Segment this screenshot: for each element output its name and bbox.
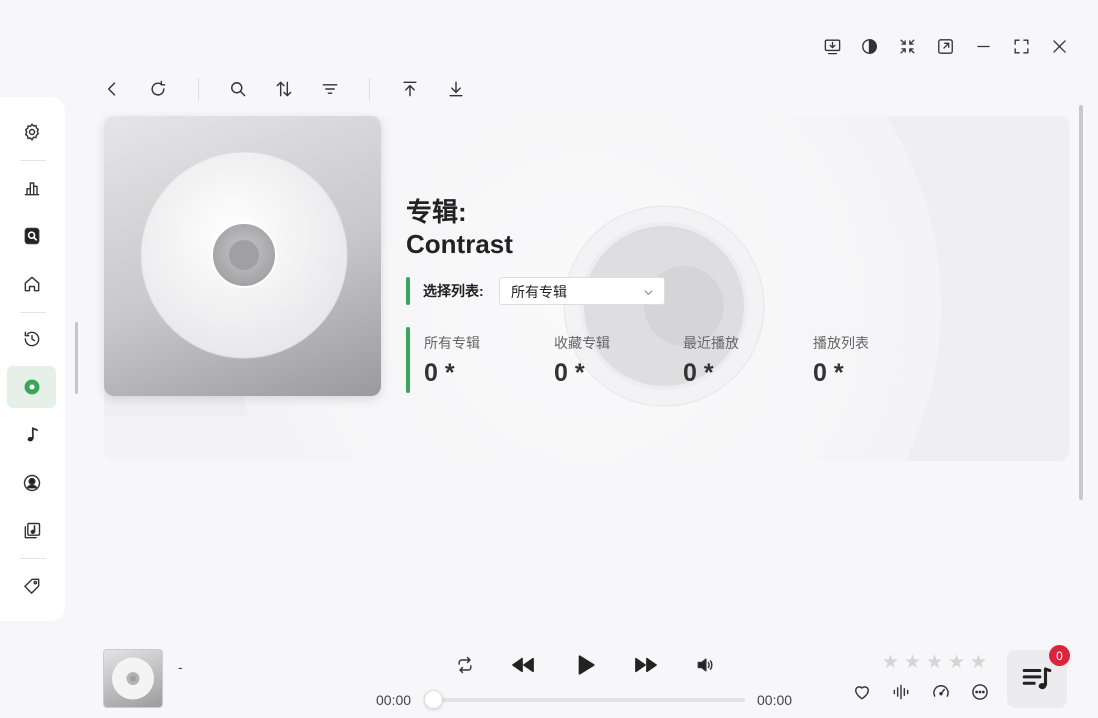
filter-icon[interactable] — [318, 77, 342, 101]
minimize-icon[interactable] — [971, 34, 995, 58]
album-heading: 专辑: — [406, 197, 467, 227]
time-current: 00:00 — [376, 692, 412, 708]
equalizer-wave-icon[interactable] — [889, 680, 913, 704]
playlist-icon — [24, 522, 40, 539]
queue-count-badge: 0 — [1049, 645, 1070, 666]
sidebar-item-music[interactable] — [7, 414, 56, 456]
sidebar-item-stats[interactable] — [7, 167, 56, 209]
stat-value: 0 * — [683, 359, 714, 387]
sidebar-item-tag[interactable] — [7, 565, 56, 607]
scroll-to-bottom-icon[interactable] — [444, 77, 468, 101]
sidebar-item-search-library[interactable] — [7, 215, 56, 257]
repeat-icon[interactable] — [453, 653, 477, 677]
star-icon[interactable]: ★ — [904, 651, 921, 674]
queue-music-icon — [1022, 667, 1052, 690]
speed-gauge-icon[interactable] — [929, 680, 953, 704]
album-name: Contrast — [406, 229, 513, 259]
toolbar-divider — [198, 78, 199, 100]
sidebar-divider — [20, 558, 46, 559]
contrast-icon[interactable] — [857, 34, 881, 58]
stat-value: 0 * — [424, 359, 455, 387]
sidebar-item-home[interactable] — [7, 263, 56, 305]
more-options-icon[interactable] — [968, 680, 992, 704]
time-total: 00:00 — [757, 692, 793, 708]
search-library-icon — [24, 227, 39, 245]
download-to-device-icon[interactable] — [820, 34, 844, 58]
album-cover — [104, 116, 381, 396]
sort-icon[interactable] — [272, 77, 296, 101]
star-icon[interactable]: ★ — [948, 651, 965, 674]
sidebar-item-playlist[interactable] — [7, 510, 56, 552]
history-icon — [24, 331, 39, 347]
sidebar-item-album[interactable] — [7, 366, 56, 408]
home-icon — [24, 276, 39, 292]
music-note-icon — [27, 427, 38, 442]
main-scrollbar[interactable] — [1079, 105, 1083, 500]
star-icon[interactable]: ★ — [970, 651, 987, 674]
heart-icon[interactable] — [850, 680, 874, 704]
back-icon[interactable] — [100, 77, 124, 101]
fullscreen-icon[interactable] — [1009, 34, 1033, 58]
sidebar-item-history[interactable] — [7, 318, 56, 360]
refresh-icon[interactable] — [146, 77, 170, 101]
play-icon[interactable] — [570, 650, 600, 680]
rewind-icon[interactable] — [509, 653, 537, 677]
accent-bar — [406, 327, 410, 393]
sidebar-item-artist[interactable] — [7, 462, 56, 504]
collapse-arrows-icon[interactable] — [895, 34, 919, 58]
track-title: - — [178, 659, 183, 675]
tag-icon — [23, 578, 39, 594]
cd-disc-art — [140, 151, 348, 359]
cd-disc-art — [112, 657, 154, 700]
select-list-label: 选择列表: — [423, 283, 484, 299]
sidebar — [0, 97, 65, 621]
scroll-to-top-icon[interactable] — [398, 77, 422, 101]
list-select-dropdown[interactable]: 所有专辑 — [499, 277, 665, 305]
now-playing-cover[interactable] — [103, 649, 163, 708]
volume-icon[interactable] — [693, 653, 717, 677]
stat-label: 所有专辑 — [424, 335, 480, 351]
sidebar-divider — [20, 160, 46, 161]
chevron-down-icon — [644, 290, 653, 296]
stat-label: 最近播放 — [683, 335, 739, 351]
settings-icon — [24, 123, 39, 141]
star-icon[interactable]: ★ — [926, 651, 943, 674]
stat-label: 收藏专辑 — [554, 335, 610, 351]
popout-icon[interactable] — [933, 34, 957, 58]
album-icon — [24, 379, 39, 395]
progress-thumb[interactable] — [424, 690, 443, 709]
artist-icon — [23, 474, 40, 492]
star-icon[interactable]: ★ — [882, 651, 899, 674]
stats-icon — [24, 182, 39, 196]
fast-forward-icon[interactable] — [632, 653, 660, 677]
progress-track[interactable] — [433, 698, 745, 702]
close-icon[interactable] — [1047, 34, 1071, 58]
sidebar-divider — [20, 312, 46, 313]
toolbar-divider — [369, 78, 370, 100]
search-icon[interactable] — [226, 77, 250, 101]
stat-label: 播放列表 — [813, 335, 869, 351]
stat-value: 0 * — [813, 359, 844, 387]
sidebar-item-settings[interactable] — [7, 111, 56, 153]
list-select-value: 所有专辑 — [511, 284, 567, 300]
sidebar-scrollbar[interactable] — [75, 322, 78, 394]
stat-value: 0 * — [554, 359, 585, 387]
accent-bar — [406, 277, 410, 305]
